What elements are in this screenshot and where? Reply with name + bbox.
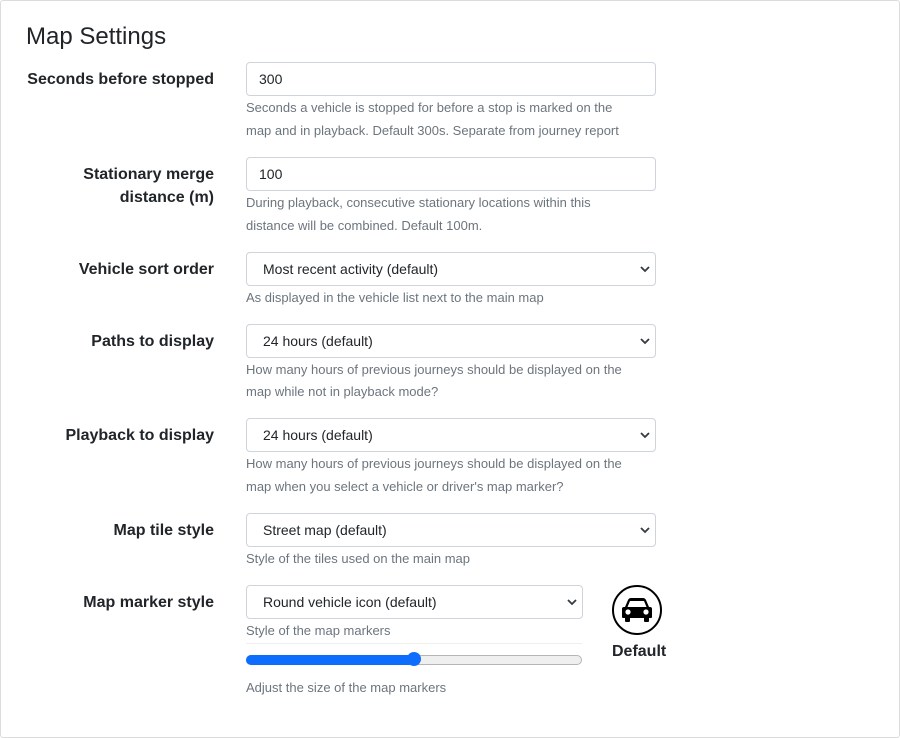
paths-to-display-help-2: map while not in playback mode? (246, 384, 439, 399)
map-marker-style-label: Map marker style (83, 594, 214, 611)
chevron-down-icon (640, 266, 650, 273)
seconds-before-stopped-help-2: map and in playback. Default 300s. Separ… (246, 123, 619, 138)
playback-to-display-help-2: map when you select a vehicle or driver'… (246, 479, 564, 494)
chevron-down-icon (640, 432, 650, 439)
vehicle-sort-order-select[interactable]: Most recent activity (default) (246, 252, 656, 286)
page-title: Map Settings (26, 23, 167, 50)
divider (246, 643, 582, 644)
vehicle-sort-order-value: Most recent activity (default) (263, 261, 439, 277)
chevron-down-icon (567, 599, 577, 606)
seconds-before-stopped-label: Seconds before stopped (27, 71, 214, 88)
playback-to-display-label: Playback to display (65, 427, 214, 444)
seconds-before-stopped-help-1: Seconds a vehicle is stopped for before … (246, 100, 613, 115)
map-tile-style-select[interactable]: Street map (default) (246, 513, 656, 547)
map-tile-style-help: Style of the tiles used on the main map (246, 551, 471, 566)
chevron-down-icon (640, 338, 650, 345)
map-marker-style-help: Style of the map markers (246, 623, 391, 638)
chevron-down-icon (640, 527, 650, 534)
car-icon (622, 598, 652, 622)
vehicle-sort-order-label: Vehicle sort order (78, 261, 214, 278)
vehicle-sort-order-help: As displayed in the vehicle list next to… (246, 290, 544, 305)
map-tile-style-label: Map tile style (113, 522, 214, 539)
stationary-merge-help-1: During playback, consecutive stationary … (246, 195, 591, 210)
map-settings-panel: Map Settings Seconds before stopped 300 … (0, 0, 900, 738)
paths-to-display-select[interactable]: 24 hours (default) (246, 324, 656, 358)
playback-to-display-value: 24 hours (default) (263, 427, 373, 443)
playback-to-display-select[interactable]: 24 hours (default) (246, 418, 656, 452)
map-tile-style-value: Street map (default) (263, 522, 387, 538)
marker-preview (612, 585, 662, 635)
map-marker-style-select[interactable]: Round vehicle icon (default) (246, 585, 583, 619)
stationary-merge-input[interactable]: 100 (246, 157, 656, 191)
paths-to-display-label: Paths to display (91, 333, 214, 350)
marker-preview-label: Default (612, 643, 667, 660)
stationary-merge-help-2: distance will be combined. Default 100m. (246, 218, 483, 233)
marker-size-help: Adjust the size of the map markers (246, 680, 447, 695)
paths-to-display-help-1: How many hours of previous journeys shou… (246, 362, 622, 377)
map-marker-style-value: Round vehicle icon (default) (263, 594, 437, 610)
seconds-before-stopped-input[interactable]: 300 (246, 62, 656, 96)
paths-to-display-value: 24 hours (default) (263, 333, 373, 349)
stationary-merge-label-2: distance (m) (119, 189, 214, 206)
marker-size-slider[interactable] (246, 652, 582, 666)
slider-fill (246, 655, 414, 665)
stationary-merge-label-1: Stationary merge (83, 166, 214, 183)
playback-to-display-help-1: How many hours of previous journeys shou… (246, 456, 622, 471)
slider-thumb[interactable] (407, 652, 421, 666)
